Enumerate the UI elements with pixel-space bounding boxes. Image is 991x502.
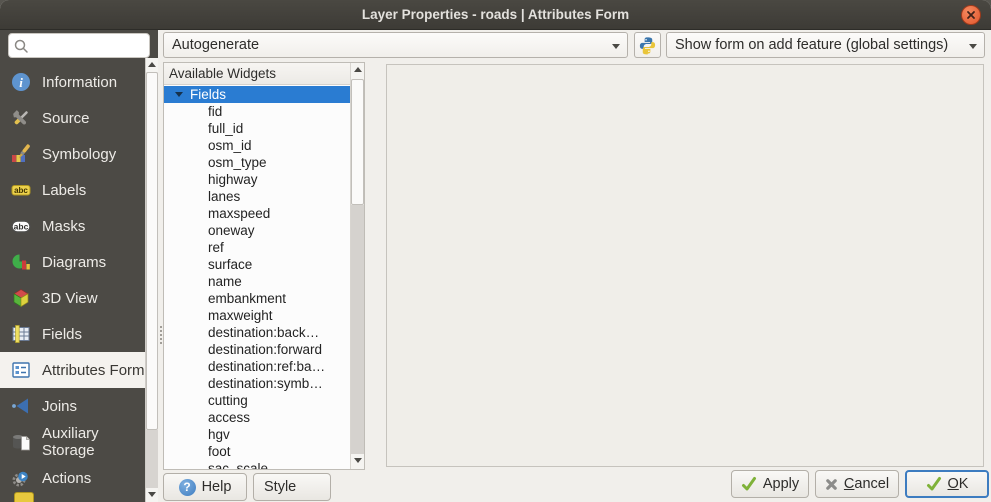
auxiliary-storage-icon [10,432,32,452]
tree-scrollbar[interactable] [350,63,364,469]
tree-field-item[interactable]: destination:back… [164,324,350,341]
fields-tree: Fields fid full_id osm_id osm_type highw… [164,86,350,469]
tree-field-item[interactable]: oneway [164,222,350,239]
style-button[interactable]: Style [253,473,331,501]
form-on-add-value: Show form on add feature (global setting… [675,37,948,53]
available-widgets-header: Available Widgets [164,63,350,85]
svg-text:abc: abc [14,221,29,231]
search-input[interactable] [33,35,145,56]
diagrams-icon [10,252,32,272]
sidebar-item-source[interactable]: Source [0,100,146,136]
form-layout-area [386,64,984,467]
search-icon [13,38,29,54]
chevron-down-icon [612,44,620,49]
layer-properties-dialog: Layer Properties - roads | Attributes Fo… [0,0,991,502]
tree-field-item[interactable]: full_id [164,120,350,137]
tree-field-item[interactable]: ref [164,239,350,256]
help-button[interactable]: ? Help [163,473,247,501]
actions-icon [10,468,32,488]
tree-node-fields[interactable]: Fields [164,86,350,103]
cancel-button[interactable]: Cancel [815,470,899,498]
sidebar-item-fields[interactable]: Fields [0,316,146,352]
sidebar-item-labels[interactable]: abc Labels [0,172,146,208]
tree-field-item[interactable]: access [164,409,350,426]
available-widgets-panel: Available Widgets Fields fid full_id osm… [163,62,365,470]
tree-field-item[interactable]: foot [164,443,350,460]
sidebar-scrollbar-thumb[interactable] [146,72,158,430]
sidebar-item-diagrams[interactable]: Diagrams [0,244,146,280]
ok-button[interactable]: OK [905,470,989,498]
symbology-icon [10,144,32,164]
close-button[interactable] [961,5,981,25]
cross-icon [825,478,838,491]
information-icon: i [10,72,32,92]
scroll-down-icon[interactable] [146,488,158,502]
tree-field-item[interactable]: cutting [164,392,350,409]
masks-icon: abc [10,216,32,236]
splitter-handle[interactable] [160,326,162,346]
sidebar-item-attributes-form[interactable]: Attributes Form [0,352,146,388]
sidebar-item-joins[interactable]: Joins [0,388,146,424]
tree-field-item[interactable]: lanes [164,188,350,205]
sidebar-nav: i Information Source [0,64,146,496]
check-icon [741,476,757,492]
tree-field-item[interactable]: hgv [164,426,350,443]
sidebar-item-actions[interactable]: Actions [0,460,146,496]
fields-icon [10,324,32,344]
form-on-add-combobox[interactable]: Show form on add feature (global setting… [666,32,985,58]
sidebar-scrollbar[interactable] [145,58,158,502]
sidebar-item-symbology[interactable]: Symbology [0,136,146,172]
tree-field-item[interactable]: maxspeed [164,205,350,222]
tree-field-item[interactable]: osm_type [164,154,350,171]
close-icon [966,10,976,20]
tree-field-item[interactable]: embankment [164,290,350,307]
tree-field-item[interactable]: name [164,273,350,290]
sidebar: i Information Source [0,30,158,502]
tree-field-item[interactable]: destination:forward [164,341,350,358]
tree-field-item[interactable]: surface [164,256,350,273]
attributes-form-icon [10,360,32,380]
tree-field-item[interactable]: destination:ref:ba… [164,358,350,375]
sidebar-search[interactable] [8,33,150,58]
scroll-down-icon[interactable] [351,454,364,469]
apply-button[interactable]: Apply [731,470,809,498]
tree-field-item[interactable]: highway [164,171,350,188]
tree-field-item[interactable]: destination:symb… [164,375,350,392]
titlebar[interactable]: Layer Properties - roads | Attributes Fo… [0,0,991,30]
source-icon [10,108,32,128]
sidebar-item-3d-view[interactable]: 3D View [0,280,146,316]
3d-view-icon [10,288,32,308]
tree-field-item[interactable]: osm_id [164,137,350,154]
labels-icon: abc [10,180,32,200]
editor-layout-value: Autogenerate [172,37,259,53]
sidebar-item-partial-icon [14,492,34,502]
check-icon [926,476,942,492]
joins-icon [10,396,32,416]
tree-scrollbar-thumb[interactable] [351,79,364,205]
tree-field-item[interactable]: maxweight [164,307,350,324]
expander-down-icon[interactable] [175,92,183,97]
help-icon: ? [179,479,196,496]
python-init-function-button[interactable] [634,32,661,58]
scroll-up-icon[interactable] [146,58,158,72]
editor-layout-combobox[interactable]: Autogenerate [163,32,628,58]
sidebar-item-auxiliary-storage[interactable]: Auxiliary Storage [0,424,146,460]
sidebar-item-masks[interactable]: abc Masks [0,208,146,244]
sidebar-item-information[interactable]: i Information [0,64,146,100]
window-title: Layer Properties - roads | Attributes Fo… [0,0,991,29]
chevron-down-icon [969,44,977,49]
svg-text:abc: abc [14,186,28,195]
svg-text:i: i [19,75,23,90]
python-icon [638,36,657,55]
tree-field-item[interactable]: sac_scale [164,460,350,469]
scroll-up-icon[interactable] [351,63,364,78]
tree-field-item[interactable]: fid [164,103,350,120]
